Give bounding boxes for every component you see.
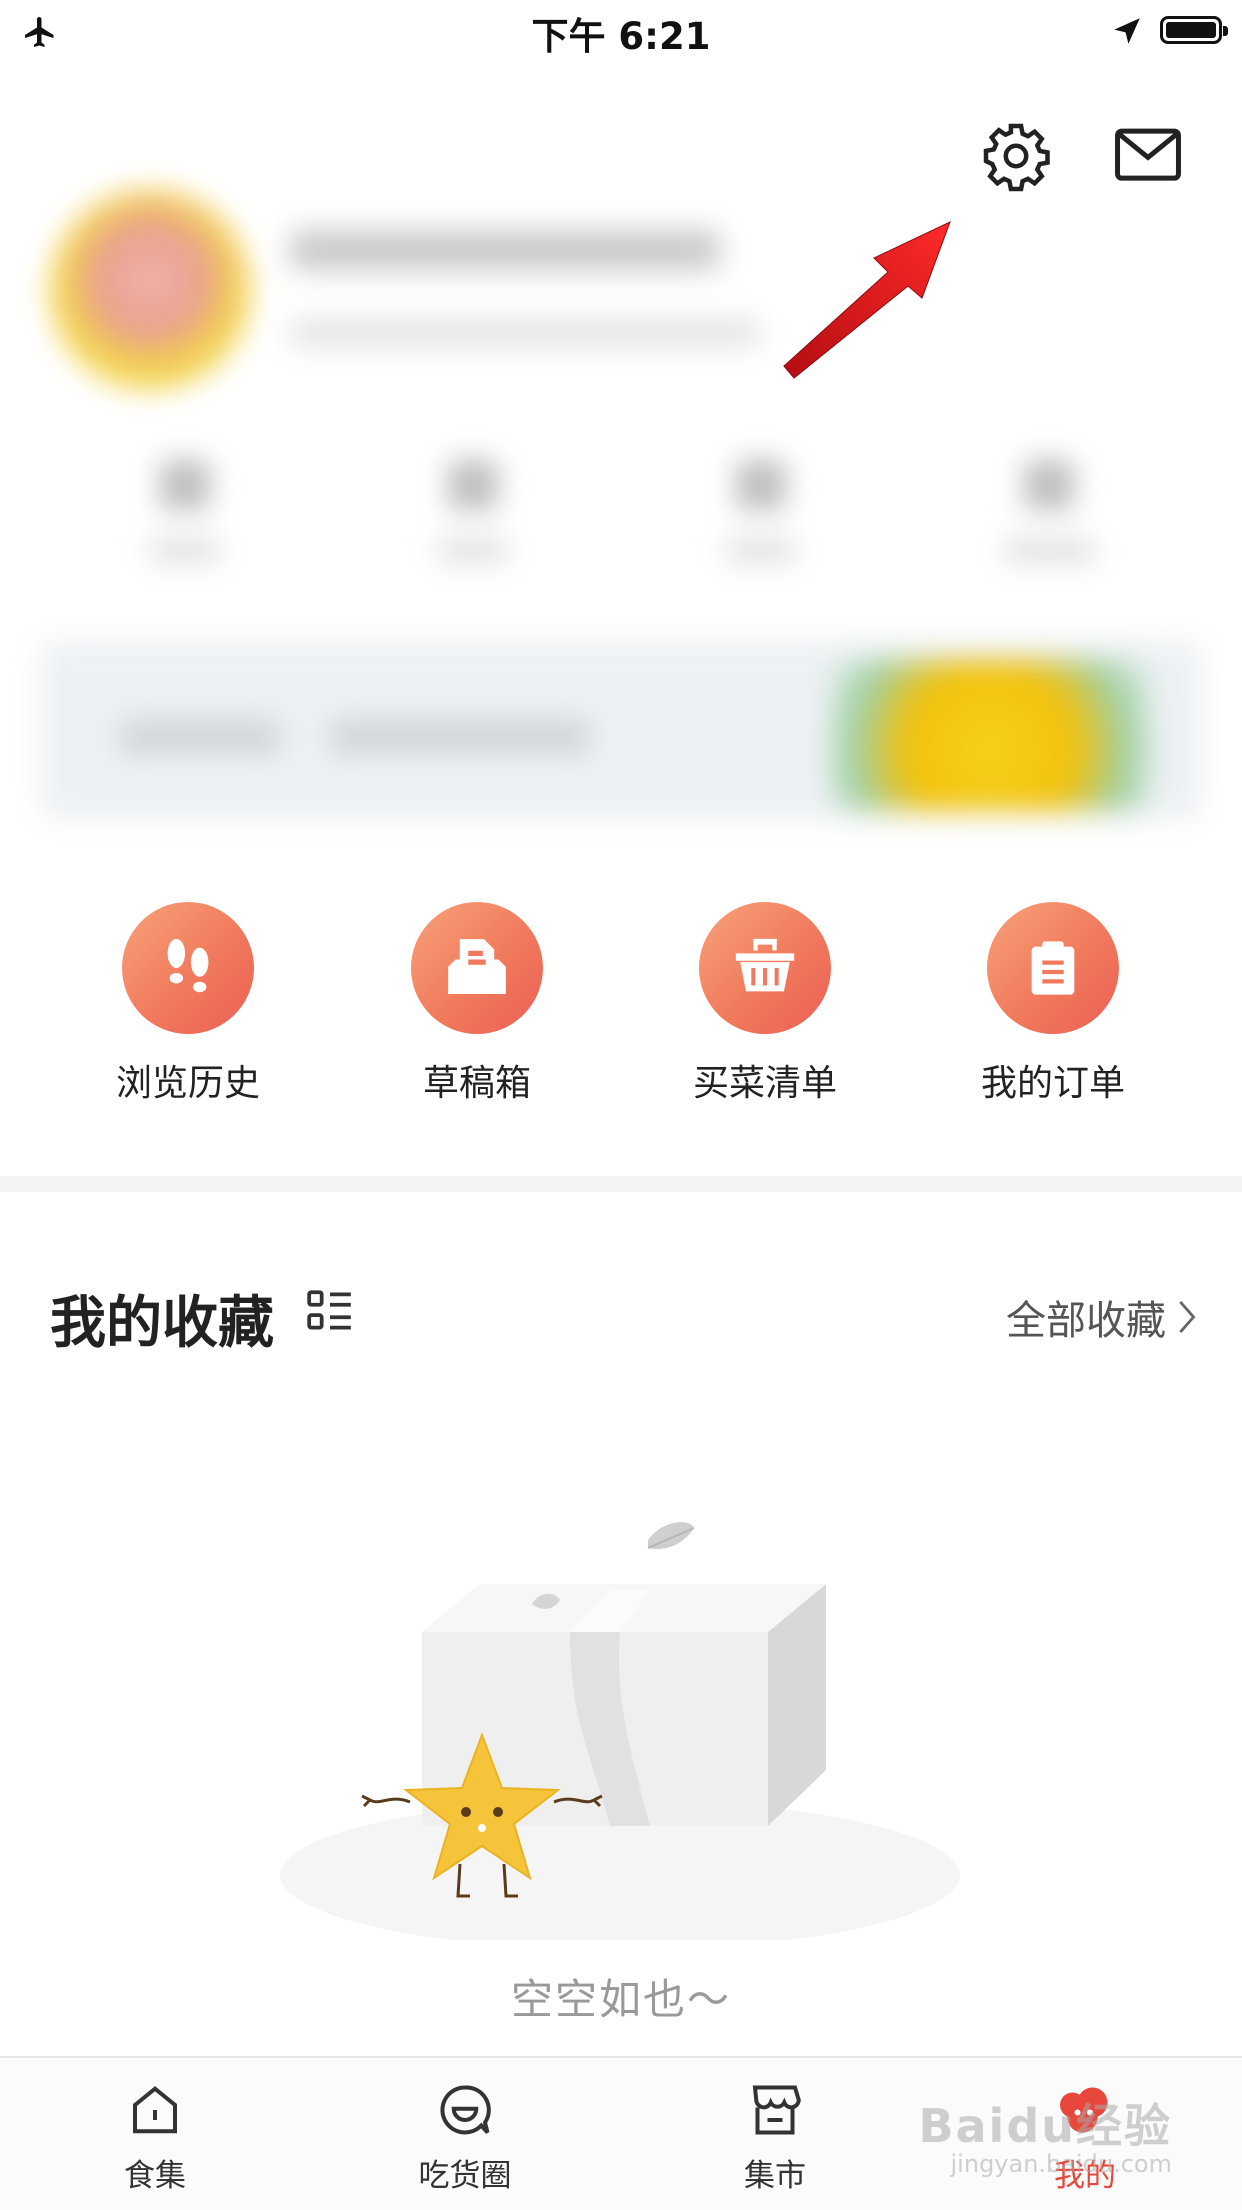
location-arrow-icon [1114, 18, 1140, 44]
all-favorites-label: 全部收藏 [1006, 1298, 1166, 1344]
smile-chat-icon [440, 2085, 491, 2135]
tab-label: 吃货圈 [418, 2158, 512, 2194]
bio-placeholder [290, 320, 760, 346]
shortcut-label: 我的订单 [980, 1063, 1125, 1104]
battery-icon [1160, 16, 1228, 44]
shortcut-drafts[interactable]: 草稿箱 [367, 902, 587, 1122]
tab-market[interactable]: 集市 [675, 2080, 875, 2195]
status-bar: 下午 6:21 [0, 0, 1242, 62]
tab-label: 食集 [124, 2158, 186, 2194]
all-favorites-link[interactable]: 全部收藏 [1006, 1288, 1196, 1346]
profile-stats [0, 440, 1242, 590]
status-time: 下午 6:21 [531, 15, 711, 58]
tab-foodie-circle[interactable]: 吃货圈 [365, 2080, 565, 2195]
home-icon [133, 2086, 177, 2134]
shortcut-label: 草稿箱 [422, 1063, 531, 1104]
draft-tray-icon [448, 939, 506, 994]
username-placeholder [290, 230, 720, 270]
promo-banner[interactable] [40, 640, 1202, 820]
tab-label: 集市 [744, 2158, 806, 2194]
favorites-title: 我的收藏 [50, 1291, 274, 1356]
shortcut-label: 浏览历史 [115, 1063, 260, 1104]
list-view-icon[interactable] [305, 1286, 355, 1336]
empty-box-illustration [280, 1522, 960, 1940]
shortcut-my-orders[interactable]: 我的订单 [943, 902, 1163, 1122]
basket-icon [735, 938, 795, 992]
empty-state-text: 空空如也～ [510, 1975, 731, 2024]
mail-icon [1115, 128, 1181, 181]
chevron-right-icon [1179, 1300, 1196, 1334]
footprints-icon [167, 938, 209, 993]
watermark-url: jingyan.baidu.com [950, 2150, 1172, 2178]
section-divider [0, 1176, 1242, 1192]
tab-home[interactable]: 食集 [55, 2080, 255, 2195]
shortcut-browse-history[interactable]: 浏览历史 [78, 902, 298, 1122]
shortcut-label: 买菜清单 [692, 1063, 837, 1104]
avatar[interactable] [50, 190, 250, 390]
profile-header[interactable] [30, 180, 1212, 420]
shortcut-shopping-list[interactable]: 买菜清单 [655, 902, 875, 1122]
store-icon [752, 2085, 801, 2135]
watermark: Baidu经验 [918, 2099, 1172, 2153]
clipboard-icon [1031, 941, 1075, 995]
